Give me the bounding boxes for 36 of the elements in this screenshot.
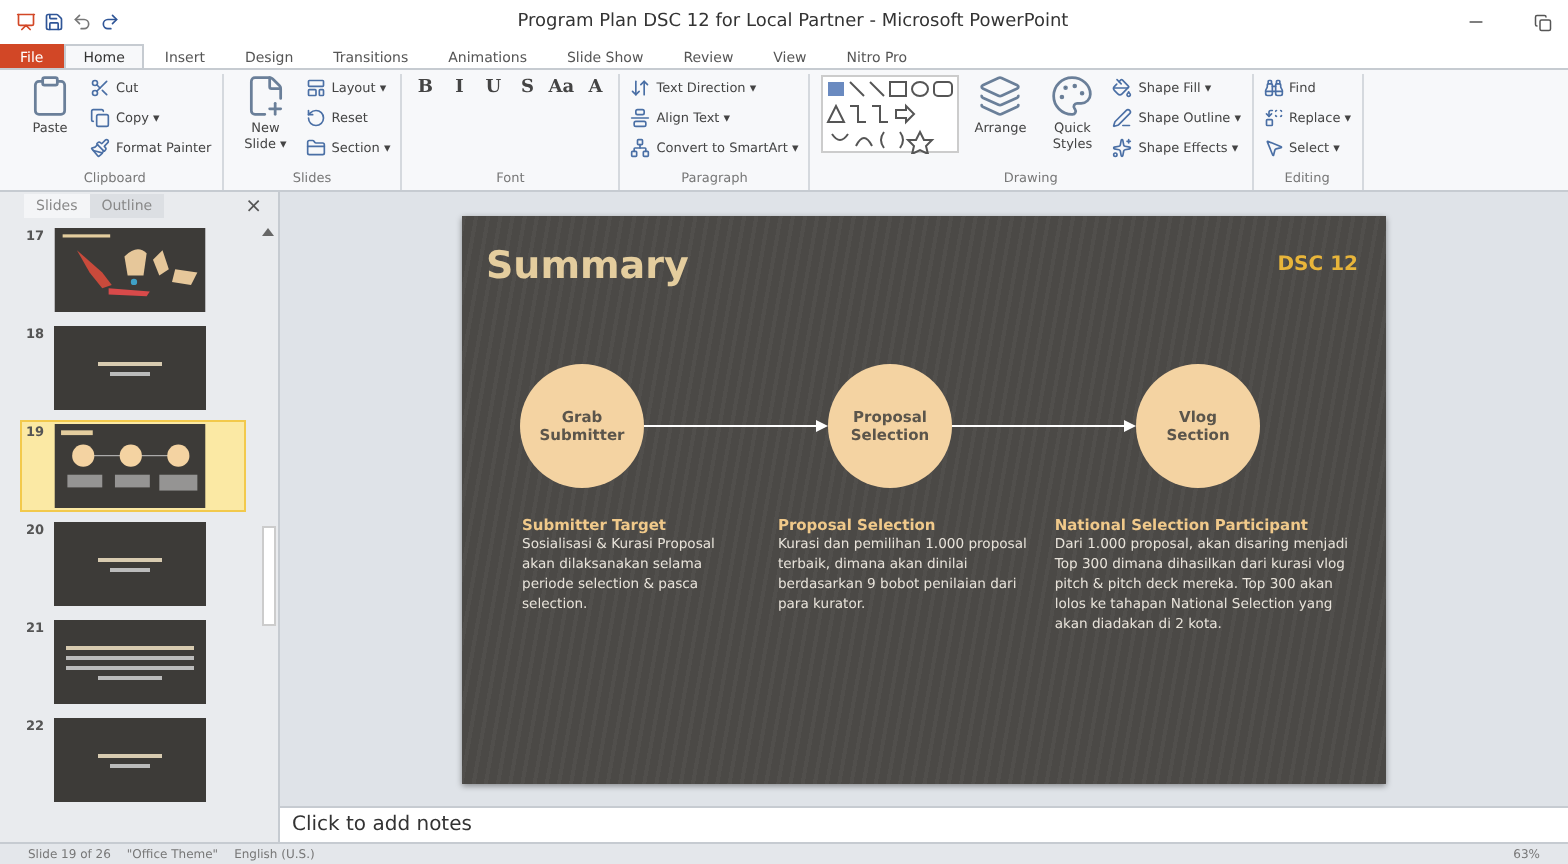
binoculars-icon <box>1263 78 1284 98</box>
font-format-button[interactable]: I <box>446 74 473 102</box>
scrollbar-thumb[interactable] <box>261 526 275 626</box>
replace-icon <box>1263 108 1284 128</box>
folder-icon <box>305 138 326 158</box>
sparkles-icon <box>1112 138 1133 158</box>
paint-bucket-icon <box>1112 78 1133 98</box>
reset-icon <box>305 108 326 128</box>
scroll-up-icon[interactable] <box>262 228 274 236</box>
font-format-button[interactable]: U <box>480 74 507 102</box>
text-direction-icon <box>630 78 651 98</box>
undo-icon[interactable] <box>72 12 92 32</box>
shapes-gallery[interactable] <box>820 74 961 154</box>
paintbrush-icon <box>90 138 110 158</box>
close-button[interactable]: × <box>245 195 262 217</box>
font-format-button[interactable]: Aa <box>548 74 575 102</box>
cursor-icon <box>1263 138 1284 158</box>
scissors-icon <box>90 78 110 98</box>
layers-icon <box>978 74 1023 118</box>
pen-icon <box>1112 108 1133 128</box>
copy-icon <box>90 108 110 128</box>
redo-icon[interactable] <box>100 12 120 32</box>
palette-icon <box>1050 74 1095 118</box>
save-icon[interactable] <box>44 12 64 32</box>
font-format-button[interactable]: B <box>412 74 439 102</box>
font-format-button[interactable]: S <box>514 74 541 102</box>
layout-icon <box>305 78 326 98</box>
font-format-button[interactable]: A <box>582 74 609 102</box>
window-title: Program Plan DSC 12 for Local Partner - Microsoft PowerPoint <box>515 12 1071 32</box>
restore-icon[interactable] <box>1534 13 1552 31</box>
notes-field[interactable]: Click to add notes <box>280 806 1568 842</box>
slide-title: Summary <box>486 243 689 287</box>
clipboard-icon <box>28 74 72 118</box>
align-icon <box>630 108 651 128</box>
smartart-icon <box>630 138 651 158</box>
logo: DSC 12 <box>1277 253 1358 275</box>
